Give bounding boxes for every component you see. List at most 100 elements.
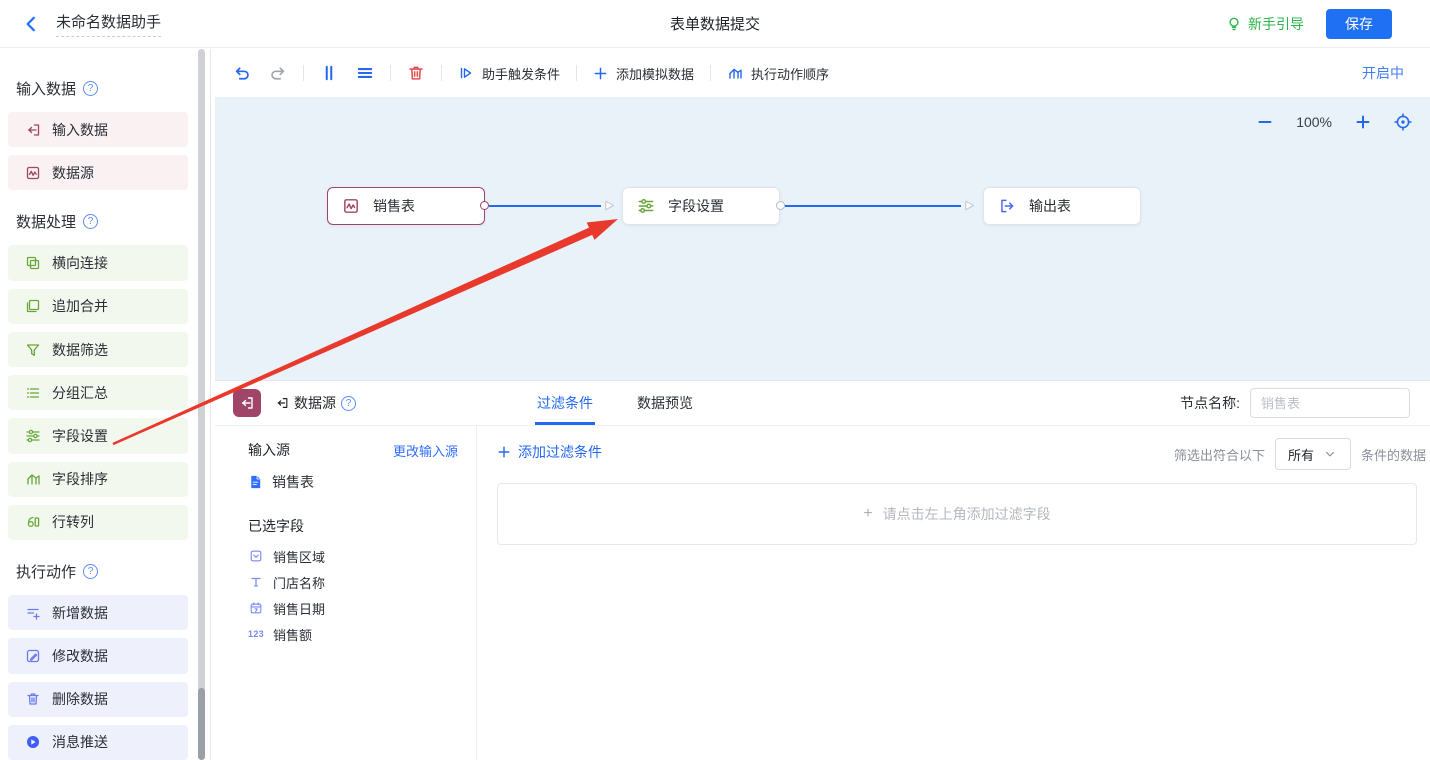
beginner-guide-label: 新手引导	[1248, 14, 1304, 34]
selected-fields-list: 销售区域 门店名称 销售日期 123 销售额	[248, 543, 458, 647]
match-mode-select[interactable]: 所有	[1275, 438, 1351, 470]
back-icon[interactable]	[22, 15, 40, 33]
toolbar-divider	[710, 65, 711, 81]
flow-canvas[interactable]: 100% 销售表 字段设置 输出表	[215, 97, 1430, 380]
sidebar-item-message-push[interactable]: 消息推送	[8, 725, 188, 760]
filter-empty-hint: 请点击左上角添加过滤字段	[883, 504, 1051, 524]
delete-data-icon	[25, 691, 41, 707]
datasource-icon	[342, 197, 360, 215]
filter-empty-state[interactable]: + 请点击左上角添加过滤字段	[497, 483, 1417, 545]
toolbar-divider	[441, 65, 442, 81]
sidebar-item-label: 分组汇总	[52, 383, 108, 403]
join-icon	[25, 255, 41, 271]
add-filter-label: 添加过滤条件	[518, 442, 602, 462]
sidebar-item-label: 消息推送	[52, 732, 108, 752]
add-filter-button[interactable]: 添加过滤条件	[497, 442, 602, 462]
text-field-icon	[248, 575, 264, 589]
node-field-settings[interactable]: 字段设置	[622, 187, 780, 225]
sidebar-item-field-settings[interactable]: 字段设置	[8, 418, 188, 453]
zoom-out-icon[interactable]	[1257, 114, 1273, 130]
edge-arrowhead-icon	[962, 198, 977, 213]
sidebar-section-actions: 执行动作 ?	[16, 561, 197, 582]
zoom-controls: 100%	[1257, 113, 1412, 131]
sidebar-section-input: 输入数据 ?	[16, 78, 197, 99]
sidebar-item-edit-data[interactable]: 修改数据	[8, 638, 188, 673]
help-icon[interactable]: ?	[83, 564, 98, 579]
sidebar-item-group[interactable]: 分组汇总	[8, 375, 188, 410]
sidebar-item-label: 行转列	[52, 512, 94, 532]
trash-icon[interactable]	[407, 64, 425, 82]
sidebar-item-add-data[interactable]: 新增数据	[8, 595, 188, 630]
field-label: 门店名称	[273, 573, 325, 592]
align-horizontal-icon[interactable]	[356, 64, 374, 82]
sidebar-item-field-sort[interactable]: 字段排序	[8, 462, 188, 497]
action-order-button[interactable]: 执行动作顺序	[727, 64, 829, 83]
help-icon[interactable]: ?	[83, 81, 98, 96]
sidebar-item-label: 横向连接	[52, 253, 108, 273]
chart-order-icon	[727, 65, 743, 81]
add-mock-data-button[interactable]: 添加模拟数据	[593, 64, 694, 83]
sidebar-item-delete-data[interactable]: 删除数据	[8, 682, 188, 717]
datasource-node-icon	[233, 389, 261, 417]
topbar: 未命名数据助手 表单数据提交 新手引导 保存	[0, 0, 1430, 48]
sidebar-divider	[210, 49, 211, 760]
canvas-toolbar: 助手触发条件 添加模拟数据 执行动作顺序 开启中	[215, 49, 1430, 97]
page-title: 表单数据提交	[0, 13, 1430, 34]
node-output-table[interactable]: 输出表	[983, 187, 1141, 225]
sidebar-item-input-data[interactable]: 输入数据	[8, 112, 188, 147]
zoom-level: 100%	[1296, 114, 1332, 130]
group-summary-icon	[25, 385, 41, 401]
help-icon[interactable]: ?	[341, 396, 356, 411]
toolbar-divider	[576, 65, 577, 81]
match-mode-control: 筛选出符合以下 所有 条件的数据	[1174, 438, 1426, 470]
panel-title: 数据源	[294, 393, 336, 413]
tab-data-preview[interactable]: 数据预览	[635, 381, 695, 425]
node-label: 字段设置	[668, 196, 724, 216]
node-sales-table[interactable]: 销售表	[327, 187, 485, 225]
section-title: 输入数据	[16, 78, 76, 99]
node-name-input[interactable]	[1250, 388, 1410, 418]
trigger-condition-label: 助手触发条件	[482, 64, 560, 83]
sidebar-item-join[interactable]: 横向连接	[8, 245, 188, 280]
filter-icon	[25, 342, 41, 358]
trigger-condition-button[interactable]: 助手触发条件	[458, 64, 560, 83]
field-row[interactable]: 123 销售额	[248, 621, 458, 647]
help-icon[interactable]: ?	[83, 214, 98, 229]
node-name-label: 节点名称:	[1180, 393, 1240, 413]
import-icon	[25, 122, 41, 138]
node-output-port[interactable]	[480, 201, 489, 210]
beginner-guide-link[interactable]: 新手引导	[1226, 14, 1304, 34]
node-output-port[interactable]	[776, 201, 785, 210]
toolbar-divider	[303, 65, 304, 81]
sidebar-item-label: 字段排序	[52, 469, 108, 489]
app-title[interactable]: 未命名数据助手	[56, 11, 161, 37]
redo-icon[interactable]	[269, 64, 287, 82]
field-settings-icon	[637, 197, 655, 215]
date-field-icon	[248, 601, 264, 615]
source-file-row[interactable]: 销售表	[248, 472, 458, 492]
input-source-panel: 输入源 更改输入源 销售表 已选字段 销售区域	[215, 426, 477, 760]
field-row[interactable]: 门店名称	[248, 569, 458, 595]
sidebar-item-datasource[interactable]: 数据源	[8, 155, 188, 190]
field-row[interactable]: 销售日期	[248, 595, 458, 621]
sidebar-item-append[interactable]: 追加合并	[8, 289, 188, 324]
field-row[interactable]: 销售区域	[248, 543, 458, 569]
zoom-in-icon[interactable]	[1355, 114, 1371, 130]
fit-view-icon[interactable]	[1394, 113, 1412, 131]
tab-filter-conditions[interactable]: 过滤条件	[535, 381, 595, 425]
field-label: 销售区域	[273, 547, 325, 566]
panel-header: 数据源 ? 过滤条件 数据预览 节点名称:	[215, 381, 1430, 426]
sidebar-item-pivot[interactable]: 行转列	[8, 505, 188, 540]
source-file-name: 销售表	[272, 472, 314, 492]
add-mock-data-label: 添加模拟数据	[616, 64, 694, 83]
workflow-status[interactable]: 开启中	[1362, 63, 1404, 83]
sidebar-item-filter[interactable]: 数据筛选	[8, 332, 188, 367]
distribute-horizontal-icon[interactable]	[320, 64, 338, 82]
bottom-panel: 数据源 ? 过滤条件 数据预览 节点名称: 输入源 更改输入源 销售表 已选字段	[215, 380, 1430, 760]
change-input-source-link[interactable]: 更改输入源	[393, 441, 458, 460]
message-push-icon	[25, 734, 41, 750]
save-button[interactable]: 保存	[1326, 9, 1392, 39]
sidebar-scrollbar-thumb[interactable]	[198, 688, 205, 760]
undo-icon[interactable]	[233, 64, 251, 82]
sidebar-item-label: 数据筛选	[52, 340, 108, 360]
